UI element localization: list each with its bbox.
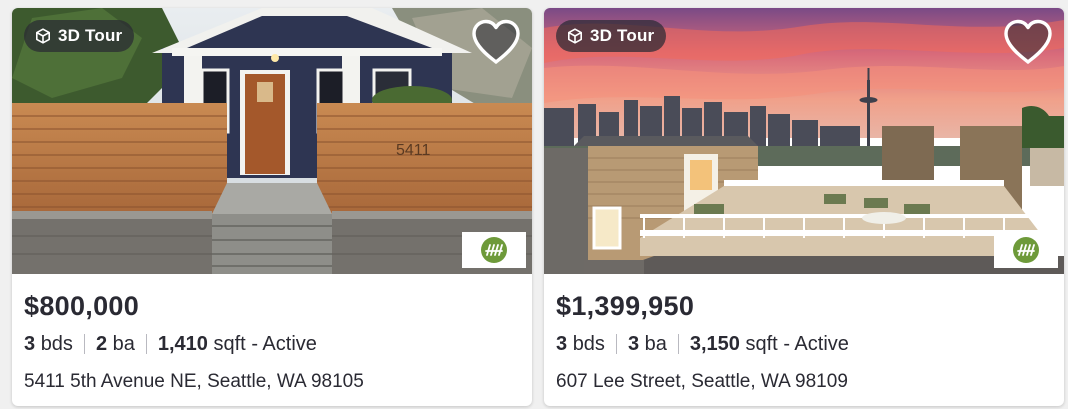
save-favorite-button[interactable]	[470, 18, 522, 66]
3d-tour-badge[interactable]: 3D Tour	[556, 20, 667, 52]
listing-results: 5411 3D Tour $800,000 3 bds 2 ba 1,410 s…	[0, 0, 1068, 409]
baths-unit: ba	[112, 333, 135, 355]
cube-icon	[36, 28, 50, 44]
mls-logo	[994, 232, 1058, 268]
listing-facts: 3 bds 2 ba 1,410 sqft - Active	[24, 330, 532, 358]
sqft-unit: sqft	[745, 333, 778, 355]
3d-tour-label: 3D Tour	[590, 26, 655, 45]
beds: 3 bds	[556, 330, 605, 358]
baths-count: 3	[627, 333, 640, 355]
heart-outline-icon	[472, 19, 520, 64]
mls-logo-icon	[481, 237, 507, 263]
baths: 3 ba	[628, 330, 667, 358]
listing-status: - Active	[783, 333, 849, 355]
listing-card[interactable]: 3D Tour $1,399,950 3 bds 3 ba 3,150 sqft…	[544, 8, 1064, 406]
sqft: 1,410 sqft - Active	[158, 330, 317, 358]
facts-divider	[677, 334, 679, 354]
listing-photo[interactable]: 3D Tour	[544, 8, 1064, 274]
listing-details: $1,399,950 3 bds 3 ba 3,150 sqft - Activ…	[544, 274, 1064, 396]
listing-price: $1,399,950	[556, 291, 695, 321]
listing-facts: 3 bds 3 ba 3,150 sqft - Active	[556, 330, 1064, 358]
3d-tour-label: 3D Tour	[58, 26, 123, 45]
sqft-count: 3,150	[689, 333, 740, 355]
mls-logo-icon	[1013, 237, 1039, 263]
mls-logo	[462, 232, 526, 268]
facts-divider	[145, 334, 147, 354]
beds-count: 3	[24, 333, 36, 355]
baths-count: 2	[95, 333, 108, 355]
cube-icon	[568, 28, 582, 44]
baths: 2 ba	[96, 330, 135, 358]
listing-photo[interactable]: 5411 3D Tour	[12, 8, 532, 274]
beds-unit: bds	[572, 333, 605, 355]
house-number-sign: 5411	[396, 142, 431, 159]
listing-price: $800,000	[24, 291, 140, 321]
sqft-unit: sqft	[213, 333, 246, 355]
save-favorite-button[interactable]	[1002, 18, 1054, 66]
listing-address[interactable]: 5411 5th Avenue NE, Seattle, WA 98105	[24, 368, 532, 396]
3d-tour-badge[interactable]: 3D Tour	[24, 20, 135, 52]
heart-outline-icon	[1004, 19, 1052, 64]
listing-address[interactable]: 607 Lee Street, Seattle, WA 98109	[556, 368, 1064, 396]
beds-unit: bds	[40, 333, 73, 355]
facts-divider	[83, 334, 85, 354]
beds: 3 bds	[24, 330, 73, 358]
listing-status: - Active	[251, 333, 317, 355]
facts-divider	[615, 334, 617, 354]
listing-details: $800,000 3 bds 2 ba 1,410 sqft - Active …	[12, 274, 532, 396]
listing-card[interactable]: 5411 3D Tour $800,000 3 bds 2 ba 1,410 s…	[12, 8, 532, 406]
baths-unit: ba	[644, 333, 667, 355]
sqft: 3,150 sqft - Active	[690, 330, 849, 358]
beds-count: 3	[556, 333, 568, 355]
sqft-count: 1,410	[157, 333, 208, 355]
